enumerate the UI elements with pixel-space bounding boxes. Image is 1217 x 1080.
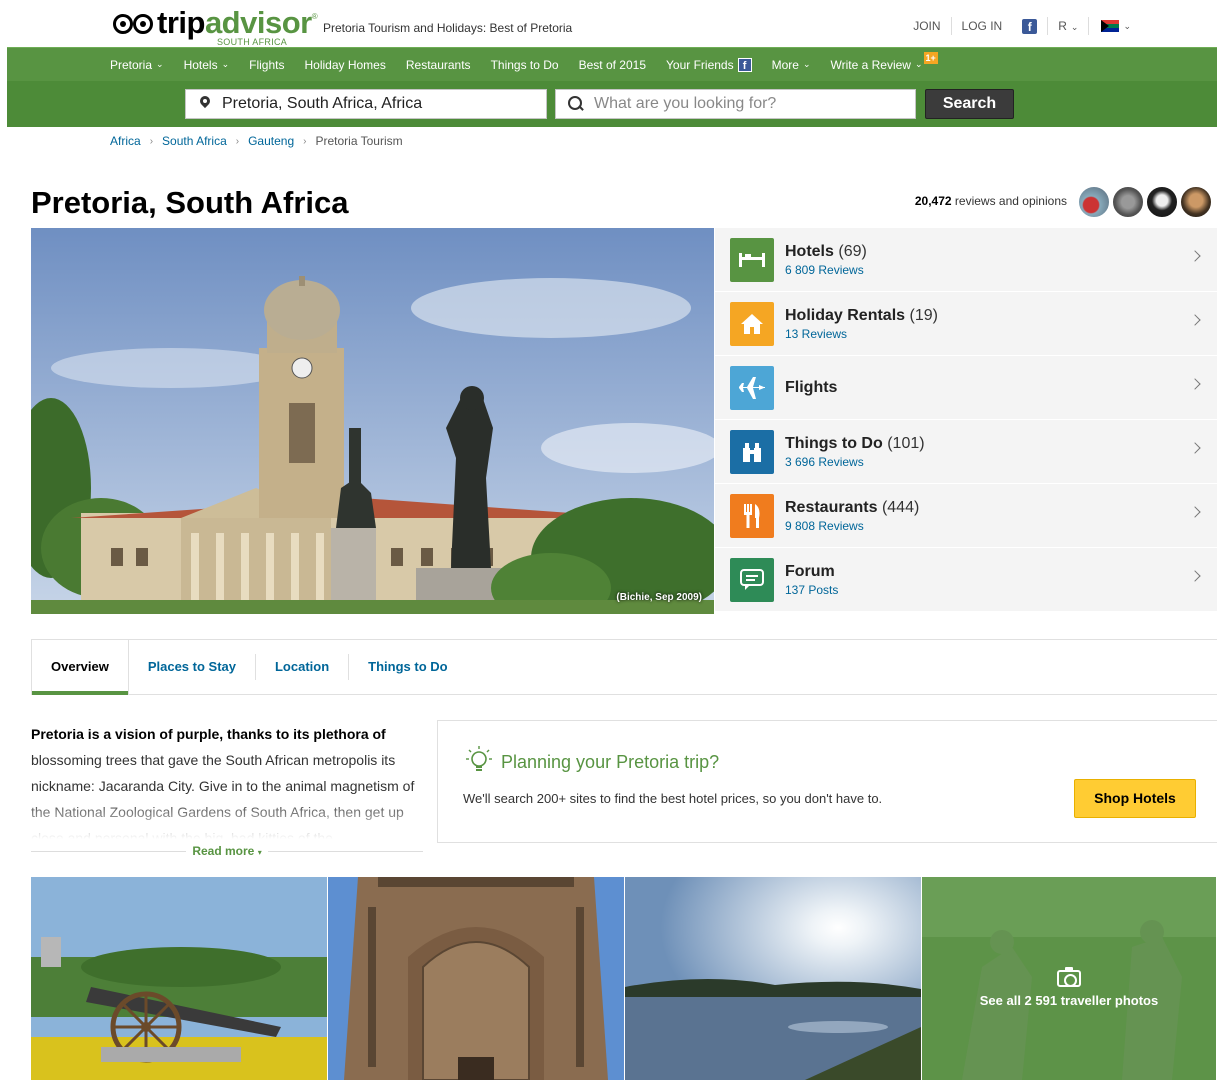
category-holiday-rentals[interactable]: Holiday Rentals (19) 13 Reviews [715,292,1217,356]
fork-knife-icon [730,493,774,538]
read-more[interactable]: Read more ▾ [31,843,424,859]
top-header: tripadvisor ® SOUTH AFRICA Pretoria Tour… [0,0,1217,47]
chevron-right-icon [1189,314,1201,326]
page-title: Pretoria, South Africa [31,185,349,220]
chevron-down-icon[interactable]: ⌄ [1123,21,1131,32]
chevron-down-icon: ⌄ [1070,22,1079,32]
tab-location[interactable]: Location [256,654,350,680]
breadcrumb: Africa › South Africa › Gauteng › Pretor… [110,134,403,148]
chat-bubble-icon [730,557,774,602]
see-all-photos-label: See all 2 591 traveller photos [979,992,1159,1008]
binoculars-icon [730,429,774,474]
search-input[interactable] [594,95,894,113]
nav-restaurants[interactable]: Restaurants [396,58,481,72]
shop-hotels-button[interactable]: Shop Hotels [1074,779,1196,818]
category-reviews[interactable]: 137 Posts [785,583,838,597]
category-hotels[interactable]: Hotels (69) 6 809 Reviews [715,228,1217,292]
avatar[interactable] [1112,186,1144,218]
search-icon [568,96,584,112]
map-pin-icon [198,96,212,112]
tripadvisor-logo[interactable]: tripadvisor ® SOUTH AFRICA [113,6,318,47]
photo-credit: (Bichie, Sep 2009) [616,592,702,603]
page-tagline: Pretoria Tourism and Holidays: Best of P… [323,21,573,35]
gallery-photo[interactable] [625,877,921,1080]
chevron-right-icon [1189,506,1201,518]
gallery-photo[interactable] [328,877,624,1080]
join-link[interactable]: JOIN [903,17,952,35]
nav-things-to-do[interactable]: Things to Do [481,58,569,72]
nav-holiday-homes[interactable]: Holiday Homes [294,58,395,72]
breadcrumb-separator-icon: › [303,135,307,147]
avatar[interactable] [1180,186,1212,218]
category-reviews[interactable]: 3 696 Reviews [785,455,925,469]
category-list: Hotels (69) 6 809 Reviews Holiday Rentals… [715,228,1217,614]
avatar[interactable] [1078,186,1110,218]
tab-things-to-do[interactable]: Things to Do [349,654,466,680]
lightbulb-icon [466,746,492,771]
breadcrumb-africa[interactable]: Africa [110,134,141,148]
trip-planning-card: Planning your Pretoria trip? We'll searc… [437,720,1217,843]
owl-logo-icon [113,12,157,36]
tab-places-to-stay[interactable]: Places to Stay [129,654,256,680]
user-menu[interactable]: R ⌄ [1047,17,1090,35]
category-things-to-do[interactable]: Things to Do (101) 3 696 Reviews [715,420,1217,484]
breadcrumb-separator-icon: › [235,135,240,147]
logo-subtitle: SOUTH AFRICA [217,37,288,47]
plan-title: Planning your Pretoria trip? [501,752,720,772]
nav-more[interactable]: More ⌄ [762,58,821,72]
breadcrumb-gauteng[interactable]: Gauteng [248,134,294,148]
chevron-down-icon: ⌄ [802,59,811,69]
chevron-right-icon [1189,442,1201,454]
notification-badge: 1+ [923,51,938,64]
tab-overview[interactable]: Overview [32,640,129,695]
chevron-right-icon [1189,250,1201,262]
home-icon [730,301,774,346]
breadcrumb-south-africa[interactable]: South Africa [162,134,227,148]
account-links: JOIN LOG IN f R ⌄ ⌄ [903,17,1131,35]
login-link[interactable]: LOG IN [952,17,1013,35]
see-all-photos-tile[interactable]: See all 2 591 traveller photos [922,877,1216,1080]
location-value[interactable]: Pretoria, South Africa, Africa [222,95,422,113]
hero-photo[interactable]: (Bichie, Sep 2009) [31,228,714,614]
facebook-icon[interactable]: f [1022,18,1038,34]
category-flights[interactable]: Flights [715,356,1217,420]
facebook-icon: f [737,57,752,72]
gallery-photo[interactable] [31,877,327,1080]
location-field[interactable]: Pretoria, South Africa, Africa [185,89,547,119]
plan-description: We'll search 200+ sites to find the best… [463,791,883,806]
category-restaurants[interactable]: Restaurants (444) 9 808 Reviews [715,484,1217,548]
chevron-right-icon [1189,378,1201,390]
reviewer-avatars [1078,186,1214,218]
chevron-down-icon: ⌄ [221,59,230,69]
main-nav: Pretoria ⌄ Hotels ⌄ Flights Holiday Homes … [7,47,1217,81]
breadcrumb-current: Pretoria Tourism [315,134,403,148]
nav-pretoria[interactable]: Pretoria ⌄ [110,58,174,72]
search-bar: Pretoria, South Africa, Africa Search [7,81,1217,127]
search-field[interactable] [555,89,916,119]
nav-hotels[interactable]: Hotels ⌄ [174,58,240,72]
chevron-down-icon: ▾ [257,848,262,857]
chevron-down-icon: ⌄ [156,59,164,69]
south-africa-flag-icon[interactable] [1101,20,1120,32]
category-reviews[interactable]: 13 Reviews [785,327,938,341]
nav-flights[interactable]: Flights [239,58,294,72]
nav-write-review[interactable]: Write a Review ⌄ 1+ [820,51,947,72]
category-reviews[interactable]: 6 809 Reviews [785,263,867,277]
nav-best-of-2015[interactable]: Best of 2015 [569,58,656,72]
avatar[interactable] [1146,186,1178,218]
overview-text: Pretoria is a vision of purple, thanks t… [31,721,423,839]
plane-icon [730,365,774,410]
photo-gallery: See all 2 591 traveller photos [31,877,1217,1080]
category-reviews[interactable]: 9 808 Reviews [785,519,919,533]
breadcrumb-separator-icon: › [149,135,154,147]
section-tabs: Overview Places to Stay Location Things … [31,639,1217,695]
nav-your-friends[interactable]: Your Friends f [656,57,762,72]
camera-icon [1057,966,1081,987]
category-forum[interactable]: Forum 137 Posts [715,548,1217,612]
review-summary[interactable]: 20,472 reviews and opinions [915,194,1067,208]
bed-icon [730,237,774,282]
chevron-down-icon: ⌄ [914,59,923,69]
search-button[interactable]: Search [925,89,1014,119]
chevron-right-icon [1189,570,1201,582]
